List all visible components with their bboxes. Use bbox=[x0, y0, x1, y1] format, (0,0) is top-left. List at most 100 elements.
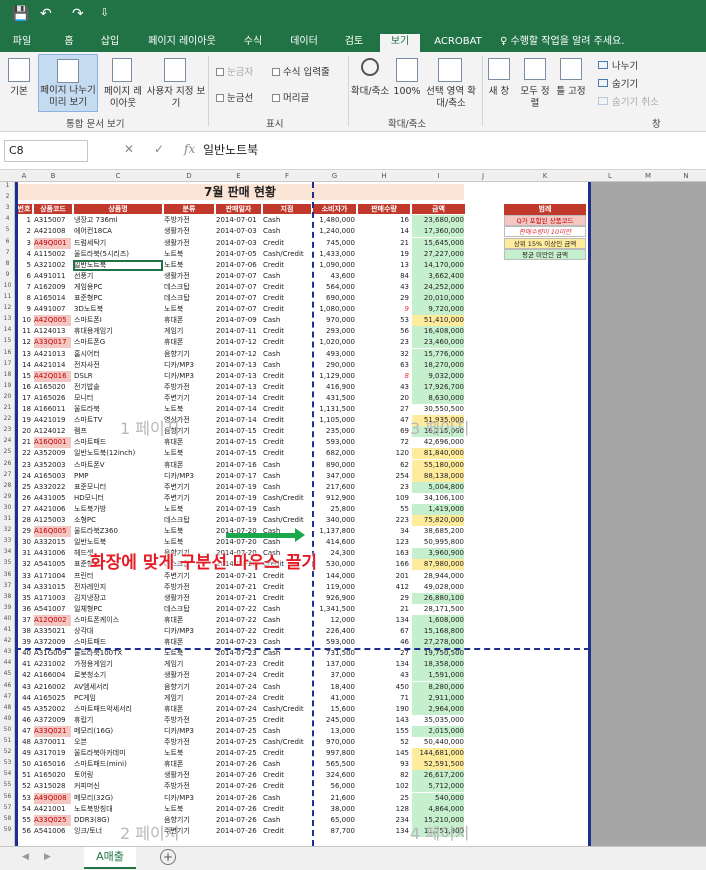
column-header-j[interactable]: J bbox=[466, 170, 500, 182]
row-header[interactable]: 35 bbox=[0, 559, 15, 566]
tab-data[interactable]: 데이터 bbox=[284, 34, 324, 52]
row-header[interactable]: 31 bbox=[0, 515, 15, 522]
row-header[interactable]: 49 bbox=[0, 715, 15, 722]
column-header-i[interactable]: I bbox=[411, 170, 466, 182]
horizontal-page-break[interactable] bbox=[15, 648, 590, 651]
row-header[interactable]: 2 bbox=[0, 193, 15, 200]
row-header[interactable]: 1 bbox=[0, 182, 15, 189]
column-header-a[interactable]: A bbox=[15, 170, 33, 182]
ruler-checkbox[interactable]: 눈금자 bbox=[216, 64, 253, 78]
row-header[interactable]: 54 bbox=[0, 770, 15, 777]
print-area-border[interactable] bbox=[15, 182, 18, 846]
gridlines-checkbox[interactable]: 눈금선 bbox=[216, 90, 253, 104]
worksheet-grid[interactable]: ABCDEFGHIJKLMN 1 2 3 4 5 6 7 8 9 10 11 12 13 14 15 16 17… bbox=[0, 170, 706, 846]
scroll-left-icon[interactable]: ◀ bbox=[22, 852, 29, 862]
row-header[interactable]: 53 bbox=[0, 759, 15, 766]
row-header[interactable]: 21 bbox=[0, 404, 15, 411]
print-area-border[interactable] bbox=[588, 182, 591, 846]
row-header[interactable]: 3 bbox=[0, 204, 15, 211]
row-header[interactable]: 20 bbox=[0, 393, 15, 400]
row-header[interactable]: 43 bbox=[0, 648, 15, 655]
new-window-button[interactable]: 새 창 bbox=[484, 86, 514, 98]
row-header[interactable]: 8 bbox=[0, 260, 15, 267]
tab-view[interactable]: 보기 bbox=[380, 34, 420, 52]
row-header[interactable]: 28 bbox=[0, 482, 15, 489]
row-header[interactable]: 33 bbox=[0, 537, 15, 544]
zoom-to-selection-button[interactable]: 선택 영역 확대/축소 bbox=[424, 86, 478, 110]
row-header[interactable]: 58 bbox=[0, 815, 15, 822]
insert-function-icon[interactable]: fx bbox=[184, 142, 195, 156]
vertical-page-break[interactable] bbox=[312, 182, 314, 846]
row-header[interactable]: 11 bbox=[0, 293, 15, 300]
redo-icon[interactable]: ↷ bbox=[72, 6, 84, 22]
cancel-icon[interactable]: ✕ bbox=[124, 142, 134, 156]
row-header[interactable]: 38 bbox=[0, 593, 15, 600]
column-header-n[interactable]: N bbox=[666, 170, 706, 182]
row-header[interactable]: 17 bbox=[0, 360, 15, 367]
row-header[interactable]: 5 bbox=[0, 226, 15, 233]
page-break-preview-button[interactable]: 페이지 나누기 미리 보기 bbox=[38, 54, 98, 112]
tab-home[interactable]: 홈 bbox=[56, 34, 82, 52]
row-header[interactable]: 22 bbox=[0, 415, 15, 422]
row-header[interactable]: 16 bbox=[0, 349, 15, 356]
row-header[interactable]: 13 bbox=[0, 315, 15, 322]
row-header[interactable]: 18 bbox=[0, 371, 15, 378]
custom-views-button[interactable]: 사용자 지정 보기 bbox=[146, 86, 206, 110]
row-header[interactable]: 32 bbox=[0, 526, 15, 533]
row-header[interactable]: 23 bbox=[0, 426, 15, 433]
row-header[interactable]: 4 bbox=[0, 215, 15, 222]
row-header[interactable]: 59 bbox=[0, 826, 15, 833]
column-header-c[interactable]: C bbox=[73, 170, 163, 182]
row-header[interactable]: 41 bbox=[0, 626, 15, 633]
column-header-f[interactable]: F bbox=[262, 170, 312, 182]
sheet-tab-a-sales[interactable]: A매출 bbox=[84, 847, 136, 869]
column-header-e[interactable]: E bbox=[215, 170, 262, 182]
row-header[interactable]: 34 bbox=[0, 548, 15, 555]
row-header[interactable]: 50 bbox=[0, 726, 15, 733]
column-header-b[interactable]: B bbox=[33, 170, 73, 182]
row-header[interactable]: 25 bbox=[0, 448, 15, 455]
tab-formulas[interactable]: 수식 bbox=[236, 34, 270, 52]
row-header[interactable]: 27 bbox=[0, 471, 15, 478]
undo-icon[interactable]: ↶ bbox=[40, 6, 52, 22]
row-header[interactable]: 15 bbox=[0, 337, 15, 344]
page-layout-view-button[interactable]: 페이지 레이아웃 bbox=[102, 86, 144, 110]
tell-me-box[interactable]: ♀ 수행할 작업을 알려 주세요. bbox=[500, 34, 660, 52]
row-header[interactable]: 56 bbox=[0, 793, 15, 800]
row-header[interactable]: 30 bbox=[0, 504, 15, 511]
freeze-panes-button[interactable]: 틀 고정 bbox=[554, 86, 588, 98]
row-header[interactable]: 37 bbox=[0, 582, 15, 589]
row-header[interactable]: 29 bbox=[0, 493, 15, 500]
row-header[interactable]: 57 bbox=[0, 804, 15, 811]
formula-bar-checkbox[interactable]: 수식 입력줄 bbox=[272, 64, 330, 78]
arrange-all-button[interactable]: 모두 정렬 bbox=[520, 86, 550, 110]
column-header-h[interactable]: H bbox=[357, 170, 411, 182]
row-header[interactable]: 44 bbox=[0, 659, 15, 666]
row-header[interactable]: 10 bbox=[0, 282, 15, 289]
row-header[interactable]: 24 bbox=[0, 437, 15, 444]
row-header[interactable]: 7 bbox=[0, 249, 15, 256]
column-header-g[interactable]: G bbox=[312, 170, 357, 182]
row-header[interactable]: 48 bbox=[0, 704, 15, 711]
row-header[interactable]: 46 bbox=[0, 682, 15, 689]
tab-page-layout[interactable]: 페이지 레이아웃 bbox=[140, 34, 224, 52]
tab-file[interactable]: 파일 bbox=[6, 34, 38, 52]
row-header[interactable]: 39 bbox=[0, 604, 15, 611]
column-header-m[interactable]: M bbox=[630, 170, 666, 182]
row-header[interactable]: 36 bbox=[0, 571, 15, 578]
row-header[interactable]: 40 bbox=[0, 615, 15, 622]
customize-toolbar-icon[interactable]: ⇩ bbox=[100, 6, 109, 19]
add-sheet-icon[interactable]: + bbox=[160, 849, 176, 865]
row-header[interactable]: 52 bbox=[0, 748, 15, 755]
headings-checkbox[interactable]: 머리글 bbox=[272, 90, 309, 104]
name-box[interactable]: C8 bbox=[4, 140, 88, 162]
row-header[interactable]: 14 bbox=[0, 326, 15, 333]
column-header-k[interactable]: K bbox=[500, 170, 590, 182]
column-header-d[interactable]: D bbox=[163, 170, 215, 182]
tab-review[interactable]: 검토 bbox=[338, 34, 370, 52]
row-header[interactable]: 9 bbox=[0, 271, 15, 278]
split-button[interactable]: 나누기 bbox=[598, 58, 638, 72]
formula-input[interactable]: 일반노트북 bbox=[203, 140, 258, 160]
row-header[interactable]: 55 bbox=[0, 781, 15, 788]
scroll-right-icon[interactable]: ▶ bbox=[44, 852, 51, 862]
